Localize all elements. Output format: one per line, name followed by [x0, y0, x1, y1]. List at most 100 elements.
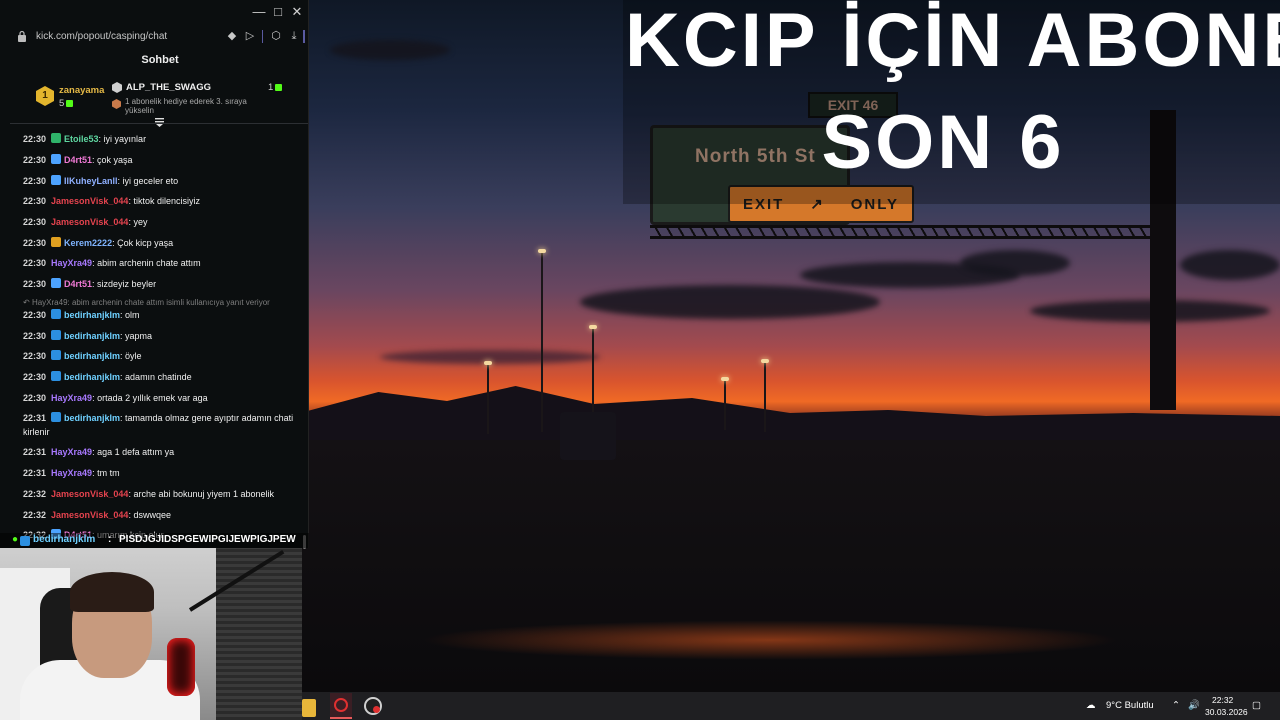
message-username[interactable]: D4rt51	[64, 279, 92, 289]
message-time: 22:30	[23, 310, 47, 320]
ticker-badge-icon	[20, 536, 30, 546]
clock-time[interactable]: 22:32	[1212, 695, 1233, 705]
message-username[interactable]: bedirhanjklm	[64, 331, 120, 341]
sign-gantry	[650, 225, 1170, 239]
scroll-to-bottom-icon[interactable]	[154, 117, 165, 128]
clock-date[interactable]: 30.03.2026	[1205, 707, 1248, 717]
extension-icon[interactable]: ⬡	[269, 29, 283, 43]
gift-icon	[66, 100, 74, 107]
ticker-colon: :	[108, 534, 112, 545]
play-icon[interactable]: ▷	[243, 29, 257, 43]
address-bar[interactable]: kick.com/popout/casping/chat ◆ ▷ ⬡ ⤓	[0, 24, 309, 50]
gifter-count: 5	[59, 98, 74, 109]
user-badge-icon	[51, 350, 62, 360]
message-username[interactable]: bedirhanjklm	[64, 310, 120, 320]
message-username[interactable]: bedirhanjklm	[64, 413, 120, 423]
weather-text[interactable]: 9°C Bulutlu	[1106, 692, 1154, 720]
message-text: : tiktok dilencisiyiz	[128, 196, 200, 206]
message-username[interactable]: HayXra49	[51, 468, 92, 478]
message-text: : dswwqee	[128, 510, 171, 520]
dashboard-reflection	[420, 620, 1120, 660]
message-time: 22:30	[23, 176, 47, 186]
message-username[interactable]: Etoile53	[64, 134, 99, 144]
message-username[interactable]: JamesonVisk_044	[51, 510, 128, 520]
url-text: kick.com/popout/casping/chat	[36, 31, 168, 42]
cloud-icon[interactable]: ☁	[1086, 692, 1096, 720]
cloud	[580, 285, 880, 319]
message-time: 22:30	[23, 155, 47, 165]
message-time: 22:30	[23, 134, 47, 144]
user-badge-icon	[51, 309, 62, 319]
message-text: : adamın chatinde	[120, 372, 192, 382]
message-username[interactable]: HayXra49	[51, 258, 92, 268]
download-icon[interactable]: ⤓	[287, 29, 301, 43]
message-time: 22:30	[23, 258, 47, 268]
chat-message: 22:30 bedirhanjklm: olm	[23, 309, 301, 323]
user-badge-icon	[51, 237, 62, 247]
user-badge-icon	[51, 133, 62, 143]
message-time: 22:32	[23, 510, 47, 520]
message-time: 22:30	[23, 238, 47, 248]
ticker-dot-icon: ●	[12, 534, 19, 545]
obs-icon[interactable]	[364, 697, 382, 715]
street-lamp	[761, 359, 769, 432]
message-text: : çok yaşa	[92, 155, 133, 165]
message-text: : olm	[120, 310, 140, 320]
message-username[interactable]: IlKuheyLanll	[64, 176, 118, 186]
user-badge-icon	[51, 330, 62, 340]
minimize-icon[interactable]: —	[250, 3, 268, 21]
chat-message: 22:32 JamesonVisk_044: arche abi bokunuj …	[23, 488, 301, 502]
chat-message: 22:31 HayXra49: aga 1 defa attım ya	[23, 446, 301, 460]
user-badge-icon	[51, 371, 62, 381]
cloud	[330, 40, 450, 60]
folder-icon[interactable]	[302, 699, 316, 717]
window-titlebar: — □ ✕	[0, 0, 309, 24]
message-username[interactable]: bedirhanjklm	[64, 372, 120, 382]
shield-icon[interactable]: ◆	[225, 29, 239, 43]
maximize-icon[interactable]: □	[269, 3, 287, 21]
street-lamp	[538, 249, 546, 432]
chat-message: 22:30 bedirhanjklm: adamın chatinde	[23, 371, 301, 385]
message-time: 22:30	[23, 217, 47, 227]
chat-ticker: ● bedirhanjklm : PISDJGJIDSPGEWIPGIJEWPI…	[0, 533, 309, 548]
message-username[interactable]: Kerem2222	[64, 238, 112, 248]
ticker-user: bedirhanjklm	[33, 534, 96, 545]
message-text: : arche abi bokunuj yiyem 1 abonelik	[128, 489, 275, 499]
webcam-feed	[0, 548, 302, 720]
message-username[interactable]: JamesonVisk_044	[51, 196, 128, 206]
message-text: : yapma	[120, 331, 153, 341]
message-time: 22:30	[23, 372, 47, 382]
overlay-subtitle: SON 6	[821, 100, 1065, 185]
notification-icon[interactable]: ▢	[1252, 692, 1261, 720]
street-lamp	[721, 377, 729, 430]
message-time: 22:30	[23, 196, 47, 206]
volume-icon[interactable]: 🔊	[1188, 692, 1200, 720]
message-time: 22:30	[23, 351, 47, 361]
chevron-up-icon[interactable]: ⌃	[1172, 692, 1180, 720]
close-icon[interactable]: ✕	[288, 3, 306, 21]
rank-up-note: 1 abonelik hediye ederek 3. sıraya yükse…	[125, 97, 247, 115]
message-username[interactable]: D4rt51	[64, 155, 92, 165]
gifter-name[interactable]: zanayama	[59, 85, 104, 96]
message-username[interactable]: HayXra49	[51, 447, 92, 457]
toolbar-edge	[303, 30, 305, 43]
app-active-slot[interactable]	[330, 693, 352, 719]
record-app-icon	[334, 698, 348, 712]
chat-message: 22:30 HayXra49: abim archenin chate attım	[23, 257, 301, 271]
message-username[interactable]: JamesonVisk_044	[51, 489, 128, 499]
recipient-name[interactable]: ALP_THE_SWAGG	[126, 82, 211, 93]
message-username[interactable]: HayXra49	[51, 393, 92, 403]
message-time: 22:32	[23, 489, 47, 499]
message-username[interactable]: JamesonVisk_044	[51, 217, 128, 227]
message-username[interactable]: bedirhanjklm	[64, 351, 120, 361]
message-time: 22:31	[23, 468, 47, 478]
chat-message: 22:31 HayXra49: tm tm	[23, 467, 301, 481]
streamer-hair	[70, 572, 154, 612]
chat-message: 22:30 bedirhanjklm: yapma	[23, 330, 301, 344]
message-text: : yey	[128, 217, 148, 227]
chat-message: 22:30 D4rt51: çok yaşa	[23, 154, 301, 168]
message-time: 22:31	[23, 447, 47, 457]
message-text: : iyi yayınlar	[98, 134, 147, 144]
mountains	[300, 386, 1280, 440]
message-time: 22:30	[23, 331, 47, 341]
